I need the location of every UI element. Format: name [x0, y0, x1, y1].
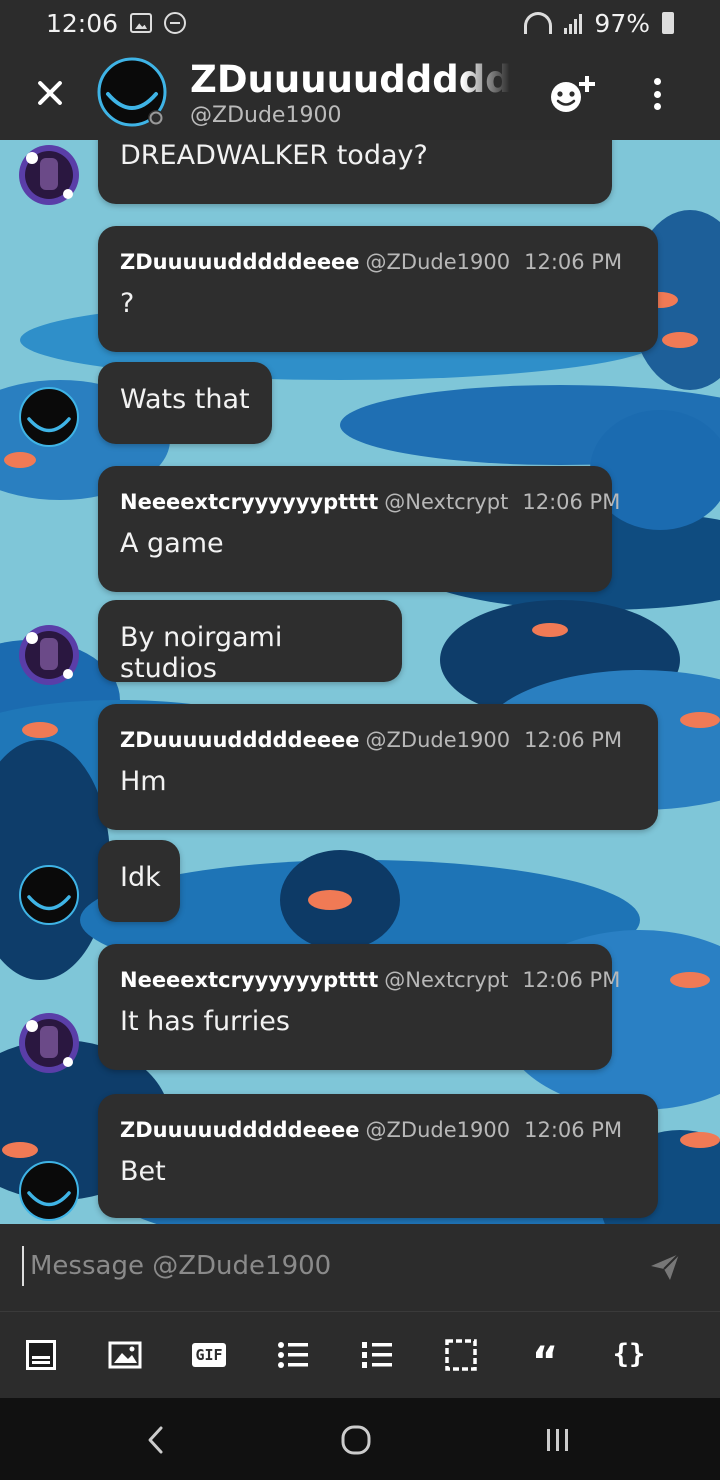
code-label: {} [612, 1339, 646, 1370]
message-meta: ZDuuuuudddddeeee @ZDude1900 12:06 PM [120, 704, 636, 752]
message-text: Wats that [120, 384, 250, 415]
message-text: Idk [120, 862, 161, 893]
gif-icon[interactable]: GIF [192, 1338, 226, 1372]
numbered-list-icon[interactable] [360, 1338, 394, 1372]
message-text: ? [120, 288, 135, 319]
avatar-nextcrypt[interactable] [18, 1012, 80, 1074]
message-meta: Neeeextcryyyyyyptttt @Nextcrypt 12:06 PM [120, 466, 620, 514]
spoiler-icon[interactable] [24, 1338, 58, 1372]
avatar-zdude[interactable] [18, 386, 80, 448]
message-bubble[interactable]: Idk [98, 840, 180, 922]
message-meta: ZDuuuuudddddeeee @ZDude1900 12:06 PM [120, 226, 636, 274]
select-icon[interactable] [444, 1338, 478, 1372]
message-bubble[interactable]: ZDuuuuudddddeeee @ZDude1900 12:06 PM Hm [98, 704, 658, 830]
message-author[interactable]: ZDuuuuudddddeeee [120, 728, 360, 752]
do-not-disturb-icon [164, 12, 187, 34]
add-friend-icon[interactable] [548, 74, 598, 114]
message-text: By noirgami studios [120, 622, 283, 684]
header-handle: @ZDude1900 [190, 103, 342, 128]
message-time: 12:06 PM [522, 490, 621, 514]
quote-label: “ [531, 1339, 559, 1385]
system-navigation-bar [0, 1398, 720, 1480]
page-title: ZDuuuuudddddde [190, 58, 510, 101]
back-icon[interactable] [136, 1420, 176, 1460]
gif-label: GIF [192, 1343, 226, 1367]
message-text: Bet [120, 1156, 166, 1187]
battery-percent: 97% [594, 8, 650, 38]
status-time: 12:06 [46, 8, 119, 38]
avatar-zdude[interactable] [18, 1160, 80, 1222]
message-author[interactable]: ZDuuuuudddddeeee [120, 250, 360, 274]
status-bar: 12:06 97% [0, 0, 720, 46]
bulleted-list-icon[interactable] [276, 1338, 310, 1372]
message-bubble[interactable]: ZDuuuuudddddeeee @ZDude1900 12:06 PM ? [98, 226, 658, 352]
chat-messages[interactable]: DREADWALKER today? ZDuuuuudddddeeee @ZDud… [0, 140, 720, 1224]
message-time: 12:06 PM [522, 968, 621, 992]
message-bubble[interactable]: Neeeextcryyyyyyptttt @Nextcrypt 12:06 PM I… [98, 944, 620, 1070]
battery-icon [662, 12, 674, 34]
message-meta: ZDuuuuudddddeeee @ZDude1900 12:06 PM [120, 1094, 636, 1142]
message-time: 12:06 PM [524, 728, 623, 752]
formatting-toolbar: GIF “ {} [0, 1312, 720, 1398]
wifi-icon [524, 12, 553, 34]
message-author[interactable]: ZDuuuuudddddeeee [120, 1118, 360, 1142]
message-handle: @ZDude1900 [365, 250, 511, 274]
message-text: DREADWALKER today? [120, 140, 428, 171]
message-text: Hm [120, 766, 167, 797]
message-author[interactable]: Neeeextcryyyyyyptttt [120, 490, 378, 514]
message-handle: @ZDude1900 [365, 728, 511, 752]
avatar-nextcrypt[interactable] [18, 624, 80, 686]
chat-header: ZDuuuuudddddde @ZDude1900 [0, 46, 720, 140]
message-composer [0, 1224, 720, 1312]
close-icon[interactable] [30, 73, 70, 113]
header-title-group[interactable]: ZDuuuuudddddde @ZDude1900 [190, 58, 510, 128]
message-time: 12:06 PM [524, 1118, 623, 1142]
message-bubble[interactable]: DREADWALKER today? [98, 140, 612, 204]
message-handle: @Nextcrypt [384, 968, 509, 992]
avatar-zdude[interactable] [18, 864, 80, 926]
message-bubble[interactable]: ZDuuuuudddddeeee @ZDude1900 12:06 PM Bet [98, 1094, 658, 1218]
signal-icon [564, 12, 583, 34]
message-meta: Neeeextcryyyyyyptttt @Nextcrypt 12:06 PM [120, 944, 620, 992]
gallery-notification-icon [130, 13, 153, 33]
message-text: It has furries [120, 1006, 290, 1037]
status-bar-right: 97% [524, 9, 674, 38]
message-text: A game [120, 528, 224, 559]
message-handle: @ZDude1900 [365, 1118, 511, 1142]
send-icon[interactable] [648, 1250, 682, 1284]
image-icon[interactable] [108, 1338, 142, 1372]
message-bubble[interactable]: Wats that [98, 362, 272, 444]
avatar-nextcrypt[interactable] [18, 144, 80, 206]
recents-icon[interactable] [538, 1420, 578, 1460]
more-icon[interactable] [646, 74, 668, 114]
message-input[interactable] [22, 1246, 622, 1286]
message-time: 12:06 PM [524, 250, 623, 274]
header-avatar[interactable] [96, 56, 168, 128]
message-author[interactable]: Neeeextcryyyyyyptttt [120, 968, 378, 992]
home-icon[interactable] [336, 1420, 376, 1460]
quote-icon[interactable]: “ [528, 1338, 562, 1385]
message-handle: @Nextcrypt [384, 490, 509, 514]
message-bubble[interactable]: By noirgami studios [98, 600, 402, 684]
code-icon[interactable]: {} [612, 1338, 646, 1372]
message-bubble[interactable]: Neeeextcryyyyyyptttt @Nextcrypt 12:06 PM A… [98, 466, 620, 592]
status-bar-left: 12:06 [46, 8, 187, 38]
